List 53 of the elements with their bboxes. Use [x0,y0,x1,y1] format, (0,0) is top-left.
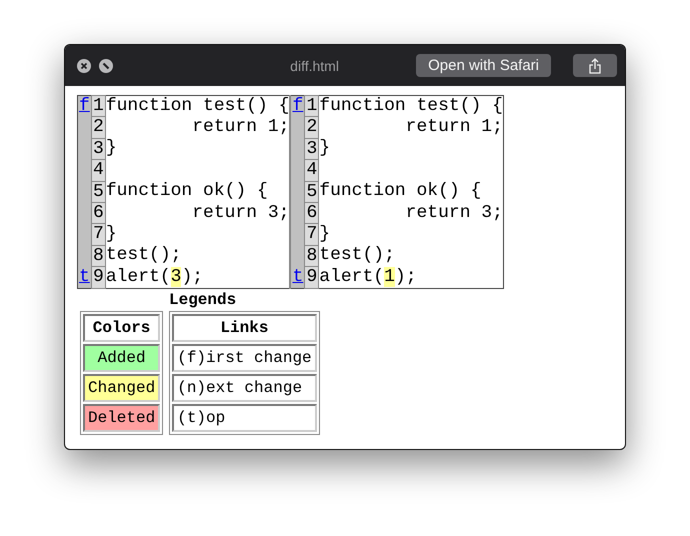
code-line: return 1; [404,116,503,137]
line-number: 3 [306,138,318,159]
code-line: test(); [106,245,182,266]
code-line: } [106,138,117,158]
color-legend-cell: Deleted [83,404,160,432]
line-number: 6 [306,203,318,224]
code-line: } [319,224,330,244]
code-line: return 1; [191,116,290,137]
code-line: function test() { [319,96,503,116]
line-number: 7 [306,224,318,244]
line-number: 5 [93,182,104,202]
fullscreen-icon[interactable] [99,58,113,72]
column-header: Colors [83,314,160,342]
open-button[interactable]: Open with Safari [416,54,551,77]
close-icon[interactable] [77,58,91,72]
code-line: } [319,138,330,158]
line-number: 3 [93,138,104,159]
nav-link[interactable]: f [292,96,304,116]
table-cell: (f)irst change [172,344,317,372]
line-number: 4 [93,160,104,180]
line-number: 2 [93,117,104,138]
line-number: 1 [93,96,104,116]
code-line: function ok() { [106,181,268,202]
line-number: 2 [306,117,318,138]
line-number: 6 [93,203,104,224]
line-number: 9 [93,267,104,288]
line-number: 7 [93,224,104,244]
column-header: Links [172,314,317,342]
line-number: 1 [306,96,318,116]
table-cell: (n)ext change [172,374,317,402]
table-cell: (t)op [172,404,317,432]
code-line: alert(3); [106,266,204,287]
line-number: 9 [306,267,318,288]
code-line: } [106,224,117,244]
window-title: diff.html [289,58,340,74]
code-line: function ok() { [319,181,482,202]
line-number: 8 [93,246,104,266]
line-number: 4 [306,160,318,180]
color-legend-cell: Added [83,344,160,372]
legend-title: Legends [169,290,236,309]
code-line: function test() { [106,96,290,116]
nav-link[interactable]: t [292,266,304,287]
code-line: test(); [319,245,395,266]
nav-link[interactable]: t [79,266,90,287]
line-number: 5 [306,182,318,202]
code-line: alert(1); [319,266,416,287]
nav-link[interactable]: f [79,96,90,116]
share-button[interactable] [573,54,617,77]
color-legend-cell: Changed [83,374,160,402]
line-number: 8 [306,246,318,266]
code-line: return 3; [191,202,290,223]
code-line: return 3; [404,202,503,223]
share-icon [589,58,601,74]
